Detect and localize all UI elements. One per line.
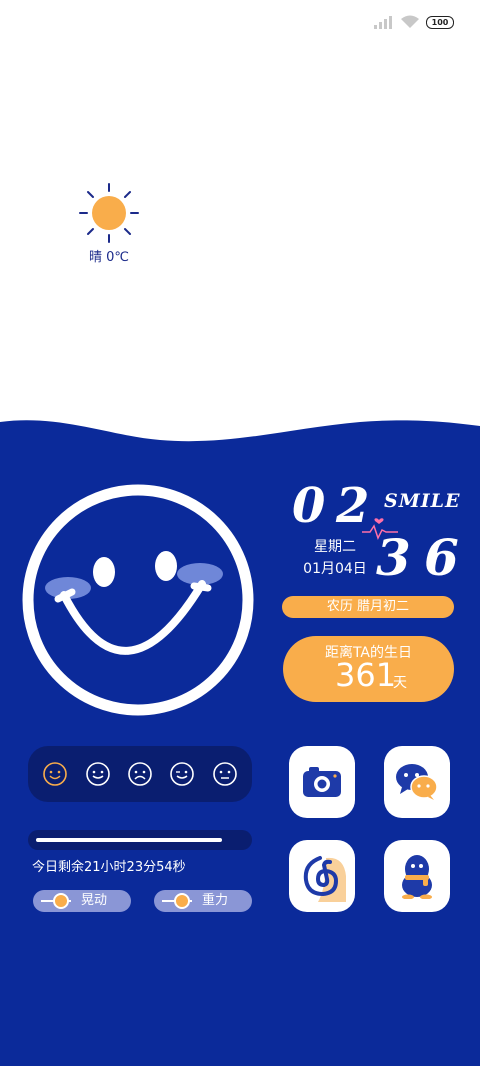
toggle-knob xyxy=(174,893,190,909)
wink-face-icon[interactable] xyxy=(169,761,195,787)
camera-app[interactable] xyxy=(289,746,355,818)
toggle-knob xyxy=(53,893,69,909)
shake-toggle-label: 晃动 xyxy=(81,893,108,908)
qq-penguin-icon xyxy=(402,855,432,899)
weather-text: 晴 0℃ xyxy=(88,250,129,265)
clock-hour-digit-1: 0 xyxy=(292,478,326,534)
day-progress-fill xyxy=(36,838,222,842)
gravity-toggle-label: 重力 xyxy=(202,893,229,908)
netease-music-app[interactable] xyxy=(289,840,355,912)
sad-face-icon[interactable] xyxy=(127,761,153,787)
netease-music-icon xyxy=(303,856,346,902)
mood-selector xyxy=(28,746,252,802)
battery-indicator: 100 xyxy=(426,15,454,29)
weekday-label: 星期二 xyxy=(314,539,356,555)
day-progress-bar xyxy=(28,830,252,850)
sun-icon xyxy=(79,183,139,243)
remaining-time-text: 今日剩余21小时23分54秒 xyxy=(32,860,186,875)
clock-minute-digit-1: 3 xyxy=(376,528,411,587)
birthday-countdown-card[interactable]: 距离TA的生日 361 天 xyxy=(283,636,454,702)
signal-icon xyxy=(374,16,392,29)
status-bar: 100 xyxy=(374,12,454,32)
birthday-days-unit: 天 xyxy=(393,675,407,691)
clock-minute-digit-2: 6 xyxy=(424,528,459,587)
qq-app[interactable] xyxy=(384,840,450,912)
wechat-app[interactable] xyxy=(384,746,450,818)
shake-toggle[interactable]: 晃动 xyxy=(33,890,131,912)
birthday-days-count: 361 xyxy=(335,656,397,694)
smiley-face-illustration xyxy=(22,484,254,716)
lunar-date-pill: 农历 腊月初二 xyxy=(282,596,454,618)
smile-label: SMILE xyxy=(384,490,461,512)
wechat-icon xyxy=(396,764,438,800)
happy-face-icon[interactable] xyxy=(42,761,68,787)
surprised-face-icon[interactable] xyxy=(212,761,238,787)
smile-face-icon[interactable] xyxy=(85,761,111,787)
camera-icon xyxy=(303,767,341,797)
wifi-icon xyxy=(401,15,419,28)
gravity-toggle[interactable]: 重力 xyxy=(154,890,252,912)
date-label: 01月04日 xyxy=(303,561,367,577)
